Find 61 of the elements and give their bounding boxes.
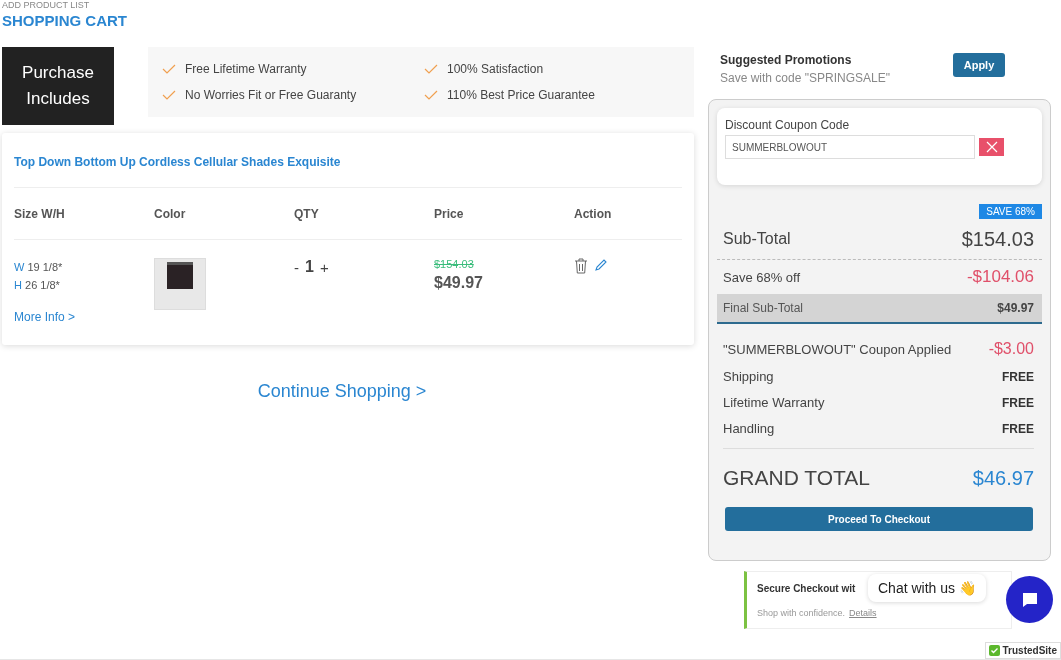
trusted-site-badge[interactable]: TrustedSite: [984, 642, 1061, 659]
benefit-text: 100% Satisfaction: [447, 62, 544, 76]
secure-note: Shop with confidence.: [757, 607, 846, 618]
savings-label: Save 68% off: [723, 269, 801, 285]
more-info-link[interactable]: More Info >: [14, 310, 76, 324]
apply-button[interactable]: Apply: [953, 53, 1005, 77]
check-icon: [162, 64, 176, 74]
benefit-text: Free Lifetime Warranty: [185, 62, 307, 76]
decrease-button[interactable]: -: [294, 258, 299, 276]
check-icon: [424, 64, 438, 74]
checkout-button[interactable]: Proceed To Checkout: [725, 507, 1033, 531]
chat-button[interactable]: [1006, 576, 1053, 623]
check-icon: [424, 90, 438, 100]
product-name[interactable]: Top Down Bottom Up Cordless Cellular Shades Exquisite: [14, 133, 682, 188]
close-button[interactable]: [979, 138, 1004, 156]
sale-price: $49.97: [434, 274, 484, 292]
secure-checkout-title: Secure Checkout wit: [757, 582, 856, 594]
pencil-icon[interactable]: [594, 258, 608, 272]
trash-icon[interactable]: [574, 258, 588, 274]
summary-value: FREE: [1002, 421, 1034, 436]
breadcrumb[interactable]: ADD PRODUCT LIST: [2, 0, 694, 11]
column-header: QTY: [294, 206, 320, 221]
coupon-label: Discount Coupon Code: [725, 118, 851, 132]
close-icon: [985, 141, 998, 153]
column-header: Price: [434, 206, 465, 221]
benefit-text: No Worries Fit or Free Guaranty: [185, 88, 357, 102]
summary-value: -$3.00: [988, 340, 1034, 358]
final-subtotal-label: Final Sub-Total: [723, 301, 804, 315]
column-header: Action: [574, 206, 613, 221]
details-link[interactable]: Details: [849, 607, 877, 618]
quantity-value: 1: [305, 258, 314, 276]
promotions-subtitle: Save with code "SPRINGSALE": [720, 71, 890, 85]
color-swatch-image: [154, 258, 206, 310]
final-subtotal-value: $49.97: [997, 301, 1034, 315]
chat-prompt[interactable]: Chat with us 👋: [868, 574, 986, 602]
width-value: W 19 1/8*: [14, 260, 64, 275]
purchase-includes-heading: Purchase Includes: [2, 47, 114, 125]
summary-value: FREE: [1002, 395, 1034, 410]
subtotal-label: Sub-Total: [723, 230, 791, 248]
grand-total-value: $46.97: [972, 466, 1034, 490]
promotions-title: Suggested Promotions: [720, 53, 853, 67]
save-badge: SAVE 68%: [979, 204, 1042, 219]
height-value: H 26 1/8*: [14, 278, 61, 293]
increase-button[interactable]: +: [319, 258, 329, 276]
column-header: Color: [154, 206, 187, 221]
grand-total-label: GRAND TOTAL: [723, 466, 871, 490]
check-icon: [988, 645, 1000, 656]
check-icon: [162, 90, 176, 100]
original-price: $154.03: [434, 258, 475, 270]
continue-shopping-link[interactable]: Continue Shopping >: [257, 381, 427, 402]
summary-label: Lifetime Warranty: [723, 395, 825, 410]
page-title: SHOPPING CART: [2, 12, 128, 29]
summary-label: Shipping: [723, 369, 774, 384]
summary-label: "SUMMERBLOWOUT" Coupon Applied: [723, 341, 952, 357]
column-header: Size W/H: [14, 206, 66, 221]
benefit-text: 110% Best Price Guarantee: [447, 88, 595, 102]
summary-label: Handling: [723, 421, 775, 436]
subtotal-value: $154.03: [961, 227, 1034, 251]
coupon-input[interactable]: SUMMERBLOWOUT: [725, 135, 975, 159]
savings-value: -$104.06: [966, 267, 1034, 287]
summary-value: FREE: [1002, 369, 1034, 384]
